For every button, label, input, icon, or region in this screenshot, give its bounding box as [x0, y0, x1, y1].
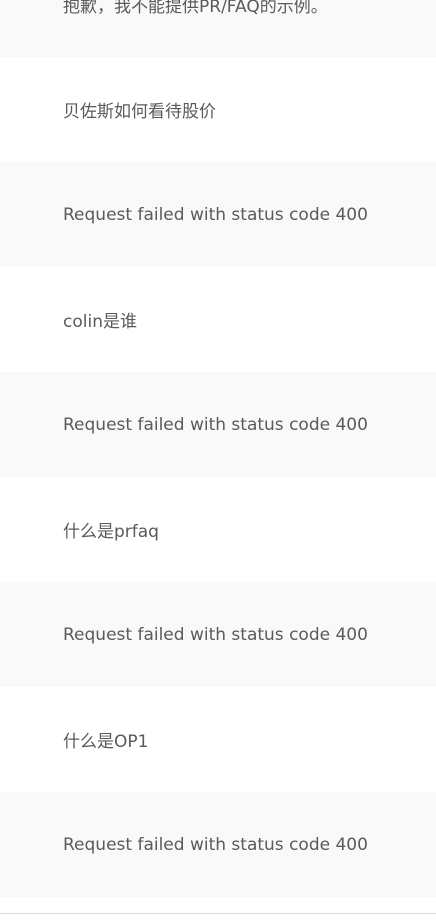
assistant-message: Request failed with status code 400: [0, 372, 436, 477]
user-message: 什么是OP1: [0, 687, 436, 792]
user-message: colin是谁: [0, 267, 436, 372]
input-area-divider: [0, 913, 436, 914]
assistant-message: Request failed with status code 400: [0, 792, 436, 897]
message-text: colin是谁: [63, 312, 137, 332]
message-text: 什么是prfaq: [63, 522, 159, 542]
assistant-message: 抱歉，我不能提供PR/FAQ的示例。: [0, 0, 436, 57]
message-text: 贝佐斯如何看待股价: [63, 102, 216, 122]
assistant-message: Request failed with status code 400: [0, 582, 436, 687]
message-text: Request failed with status code 400: [63, 414, 368, 435]
assistant-message: Request failed with status code 400: [0, 162, 436, 267]
message-text: Request failed with status code 400: [63, 624, 368, 645]
message-text: 抱歉，我不能提供PR/FAQ的示例。: [63, 0, 328, 17]
user-message: 什么是prfaq: [0, 477, 436, 582]
message-list: 抱歉，我不能提供PR/FAQ的示例。 贝佐斯如何看待股价 Request fai…: [0, 0, 436, 897]
message-text: Request failed with status code 400: [63, 204, 368, 225]
chat-transcript: 抱歉，我不能提供PR/FAQ的示例。 贝佐斯如何看待股价 Request fai…: [0, 0, 436, 920]
message-text: Request failed with status code 400: [63, 834, 368, 855]
user-message: 贝佐斯如何看待股价: [0, 57, 436, 162]
message-text: 什么是OP1: [63, 732, 149, 752]
